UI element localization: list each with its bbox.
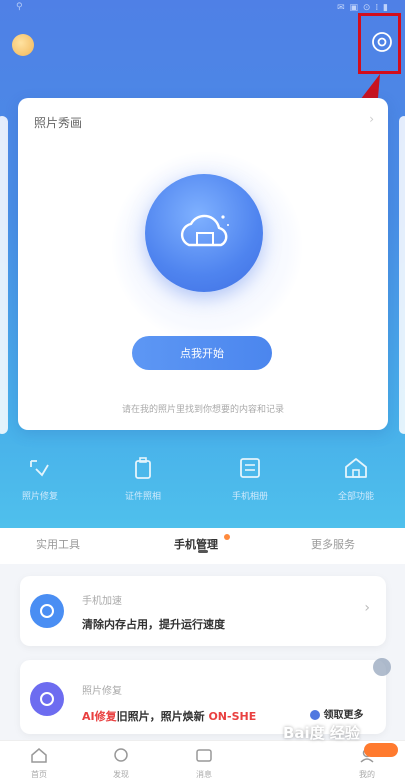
list-text: AI修复旧照片，照片焕新 ON-SHE (82, 708, 256, 724)
tab-label: 手机管理 (174, 538, 218, 551)
tool-label: 手机相册 (231, 492, 268, 502)
nav-label: 发现 (113, 770, 129, 779)
list-text-red-2: ON-SHE (208, 710, 257, 723)
start-button[interactable]: 点我开始 (132, 336, 272, 370)
album-icon (240, 458, 260, 478)
card-title: 照片秀画 (34, 116, 83, 130)
tab-phone-manage[interactable]: 手机管理 (174, 534, 230, 552)
tool-label: 全部功能 (337, 492, 374, 502)
nav-messages[interactable]: 消息 (189, 747, 219, 780)
speed-icon (30, 594, 64, 628)
shield-icon (310, 710, 320, 720)
list-item-speed[interactable]: 手机加速 清除内存占用，提升运行速度 › (20, 576, 386, 646)
float-button[interactable] (373, 658, 391, 676)
promo-text: 领取更多 (323, 710, 364, 721)
photo-repair-icon (30, 460, 49, 477)
nav-discover-icon (114, 748, 128, 762)
tab-more-services[interactable]: 更多服务 (311, 536, 355, 552)
status-bar: ⚲ ✉ ▣ ⊙ ⁞ ▮ (0, 0, 405, 18)
list-label: 手机加速 (82, 596, 122, 607)
home-icon (345, 458, 367, 478)
nav-home-icon (31, 748, 47, 763)
chevron-right-icon: › (364, 600, 370, 616)
nav-label: 首页 (31, 770, 47, 779)
status-right: ✉ ▣ ⊙ ⁞ ▮ (337, 3, 389, 13)
bottom-nav: 首页 发现 消息 我的 (0, 740, 405, 784)
nav-label: 我的 (359, 770, 375, 779)
tool-id-photo[interactable]: 证件照相 (113, 455, 173, 502)
side-card-left (0, 116, 8, 434)
list-label: 照片修复 (82, 686, 122, 697)
feature-card[interactable]: 照片秀画 › 点我开始 请在我的照片里找到你想要的内容和记录 (18, 98, 388, 430)
promo-link[interactable]: 领取更多 (310, 706, 363, 721)
cloud-icon (180, 214, 229, 247)
tool-photo-repair[interactable]: 照片修复 (10, 455, 70, 502)
photo-icon (30, 682, 64, 716)
list-text: 清除内存占用，提升运行速度 (82, 618, 225, 631)
tool-label: 照片修复 (21, 492, 58, 502)
cloud-circle[interactable] (145, 174, 263, 292)
side-card-right (399, 116, 405, 434)
tool-label: 证件照相 (124, 492, 161, 502)
id-photo-icon (135, 457, 151, 479)
tab-indicator (198, 550, 208, 553)
nav-label: 消息 (196, 770, 212, 779)
avatar[interactable] (12, 34, 34, 56)
card-more-icon[interactable]: › (369, 112, 374, 126)
nav-home[interactable]: 首页 (24, 747, 54, 780)
notification-badge (364, 743, 398, 757)
nav-messages-icon (196, 749, 212, 762)
card-hint: 请在我的照片里找到你想要的内容和记录 (121, 405, 284, 415)
tool-row: 照片修复 证件照相 手机相册 全部功能 (0, 455, 405, 515)
list-text-red: AI修复 (82, 710, 117, 723)
tab-dot (224, 534, 230, 540)
tab-tools[interactable]: 实用工具 (36, 536, 80, 552)
watermark-logo: Bai度 经验 (283, 724, 360, 742)
tool-all[interactable]: 全部功能 (326, 455, 386, 502)
tool-album[interactable]: 手机相册 (220, 455, 280, 502)
status-left: ⚲ (16, 2, 23, 12)
annotation-highlight-box (358, 13, 401, 74)
list-text-mid: 旧照片，照片焕新 (116, 710, 205, 723)
tab-bar: 实用工具 手机管理 更多服务 (0, 528, 405, 564)
nav-discover[interactable]: 发现 (106, 747, 136, 780)
